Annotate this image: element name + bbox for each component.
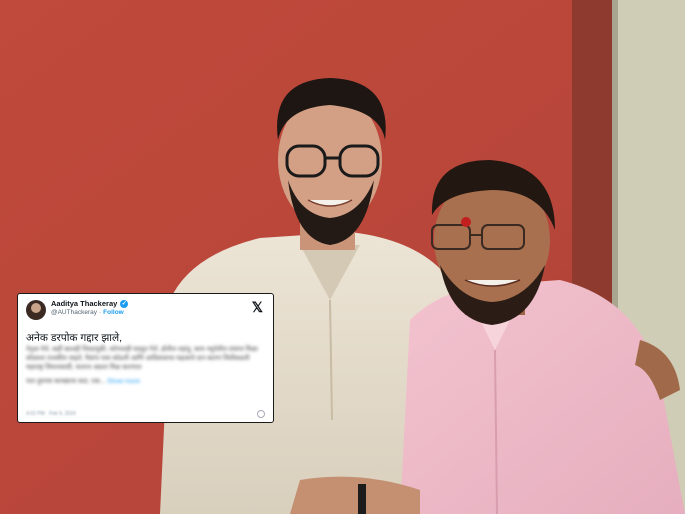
verified-badge-icon: ✓ — [120, 300, 129, 308]
follow-button[interactable]: Follow — [103, 309, 124, 316]
tweet-timestamp[interactable]: 4:02 PM · Feb 9, 2024 — [26, 411, 76, 417]
info-icon[interactable] — [257, 410, 265, 418]
avatar-icon[interactable] — [26, 300, 46, 320]
background-photo — [0, 0, 685, 514]
embedded-tweet-card[interactable]: Aaditya Thackeray ✓ @AUThackeray · Follow … — [17, 293, 274, 423]
tweet-separator: · — [98, 309, 102, 316]
tweet-handle-row: @AUThackeray · Follow — [51, 309, 128, 317]
tweet-blurred-paragraph: नेतृत्व गेले, कहीं कालही निवडणूकी, कोणता… — [26, 346, 258, 371]
tweet-author-name[interactable]: Aaditya Thackeray — [51, 300, 117, 308]
tweet-name-row: Aaditya Thackeray ✓ — [51, 300, 129, 308]
tweet-author-handle[interactable]: @AUThackeray — [51, 309, 97, 316]
tweet-header: Aaditya Thackeray ✓ @AUThackeray · Follow … — [26, 300, 265, 324]
tweet-author-block: Aaditya Thackeray ✓ @AUThackeray · Follow — [51, 300, 129, 317]
tweet-blurred-line-two-text: पात तुमच्या कायद्याचा सदा, एक... — [26, 378, 106, 385]
tweet-text-first-line: अनेक डरपोक गद्दार झाले, — [26, 332, 123, 344]
show-more-link[interactable]: Show more — [107, 378, 140, 385]
tweet-blurred-line-two: पात तुमच्या कायद्याचा सदा, एक... Show mo… — [26, 377, 265, 386]
tilak-mark — [461, 217, 471, 227]
tweet-text-blurred: नेतृत्व गेले, कहीं कालही निवडणूकी, कोणता… — [26, 345, 265, 386]
x-logo-icon[interactable]: 𝕏 — [252, 300, 263, 314]
